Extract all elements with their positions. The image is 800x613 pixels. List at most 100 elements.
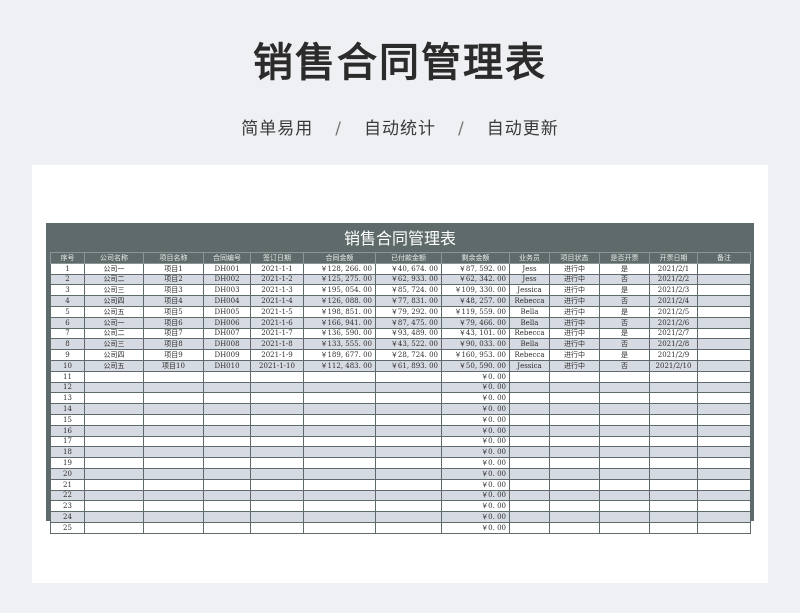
table-cell[interactable] — [250, 370, 304, 383]
table-cell[interactable] — [697, 338, 751, 351]
table-cell[interactable]: 4 — [50, 295, 85, 307]
table-cell[interactable]: 15 — [50, 413, 85, 426]
table-cell[interactable] — [549, 478, 600, 491]
table-cell[interactable] — [697, 500, 751, 513]
table-cell[interactable] — [375, 413, 442, 426]
table-cell[interactable]: 25 — [50, 521, 85, 534]
table-cell[interactable] — [84, 403, 144, 415]
table-cell[interactable]: Bella — [509, 338, 550, 351]
table-cell[interactable] — [649, 392, 698, 405]
table-cell[interactable] — [303, 413, 376, 426]
table-cell[interactable] — [143, 424, 204, 437]
table-cell[interactable] — [303, 467, 376, 480]
table-cell[interactable] — [143, 370, 204, 383]
table-cell[interactable] — [375, 381, 442, 394]
table-cell[interactable] — [203, 446, 251, 459]
table-cell[interactable]: ￥195, 054. 00 — [303, 284, 376, 297]
table-cell[interactable]: 公司一 — [84, 262, 144, 275]
table-cell[interactable]: 进行中 — [549, 262, 600, 275]
table-cell[interactable]: 否 — [599, 295, 650, 307]
table-cell[interactable] — [549, 392, 600, 405]
table-cell[interactable]: ￥166, 941. 00 — [303, 316, 376, 329]
table-cell[interactable]: 公司五 — [84, 359, 144, 372]
table-cell[interactable] — [599, 392, 650, 405]
table-cell[interactable]: ￥77, 831. 00 — [375, 295, 442, 307]
table-cell[interactable]: ￥126, 088. 00 — [303, 295, 376, 307]
table-cell[interactable]: ￥87, 592. 00 — [441, 262, 510, 275]
table-cell[interactable] — [509, 489, 550, 502]
table-cell[interactable]: 项目1 — [143, 262, 204, 275]
table-cell[interactable] — [599, 403, 650, 415]
table-cell[interactable]: 23 — [50, 500, 85, 513]
table-cell[interactable] — [549, 381, 600, 394]
table-cell[interactable]: Rebecca — [509, 295, 550, 307]
table-cell[interactable]: 公司三 — [84, 284, 144, 297]
table-cell[interactable]: Jess — [509, 273, 550, 286]
table-cell[interactable] — [649, 489, 698, 502]
table-cell[interactable] — [303, 500, 376, 513]
table-cell[interactable] — [697, 424, 751, 437]
table-cell[interactable] — [697, 489, 751, 502]
table-cell[interactable]: ￥48, 257. 00 — [441, 295, 510, 307]
table-cell[interactable] — [84, 381, 144, 394]
table-cell[interactable] — [143, 457, 204, 469]
table-cell[interactable] — [375, 521, 442, 534]
table-cell[interactable] — [143, 500, 204, 513]
table-cell[interactable] — [84, 478, 144, 491]
table-cell[interactable]: 项目4 — [143, 295, 204, 307]
table-cell[interactable] — [649, 457, 698, 469]
table-cell[interactable] — [697, 478, 751, 491]
table-cell[interactable]: 2021/2/7 — [649, 327, 698, 340]
table-cell[interactable]: 公司二 — [84, 327, 144, 340]
table-cell[interactable] — [649, 478, 698, 491]
table-cell[interactable] — [509, 392, 550, 405]
table-cell[interactable]: DH003 — [203, 284, 251, 297]
table-cell[interactable] — [375, 467, 442, 480]
table-cell[interactable]: 进行中 — [549, 349, 600, 361]
table-cell[interactable]: 2021/2/3 — [649, 284, 698, 297]
table-cell[interactable]: ￥0. 00 — [441, 500, 510, 513]
table-cell[interactable] — [697, 349, 751, 361]
table-cell[interactable]: 20 — [50, 467, 85, 480]
table-cell[interactable] — [549, 467, 600, 480]
table-cell[interactable] — [375, 457, 442, 469]
table-cell[interactable] — [143, 521, 204, 534]
table-cell[interactable]: ￥61, 893. 00 — [375, 359, 442, 372]
table-cell[interactable] — [549, 521, 600, 534]
table-cell[interactable] — [203, 413, 251, 426]
table-cell[interactable] — [549, 457, 600, 469]
table-cell[interactable]: 项目3 — [143, 284, 204, 297]
table-cell[interactable] — [509, 424, 550, 437]
table-cell[interactable]: 项目6 — [143, 316, 204, 329]
table-cell[interactable]: 2021/2/1 — [649, 262, 698, 275]
table-cell[interactable]: DH008 — [203, 338, 251, 351]
table-cell[interactable] — [649, 500, 698, 513]
table-cell[interactable] — [509, 467, 550, 480]
table-cell[interactable] — [203, 467, 251, 480]
table-cell[interactable]: 17 — [50, 435, 85, 448]
table-cell[interactable] — [203, 521, 251, 534]
table-cell[interactable] — [375, 446, 442, 459]
table-cell[interactable]: 2021-1-3 — [250, 284, 304, 297]
table-cell[interactable] — [549, 403, 600, 415]
table-cell[interactable]: ￥0. 00 — [441, 467, 510, 480]
table-cell[interactable]: 是 — [599, 262, 650, 275]
table-cell[interactable]: 2021/2/6 — [649, 316, 698, 329]
table-cell[interactable] — [697, 273, 751, 286]
table-cell[interactable]: ￥40, 674. 00 — [375, 262, 442, 275]
table-cell[interactable]: ￥87, 475. 00 — [375, 316, 442, 329]
table-cell[interactable] — [303, 457, 376, 469]
table-cell[interactable]: ￥0. 00 — [441, 413, 510, 426]
table-cell[interactable] — [599, 521, 650, 534]
table-cell[interactable] — [303, 478, 376, 491]
table-cell[interactable] — [509, 500, 550, 513]
table-cell[interactable] — [375, 500, 442, 513]
table-cell[interactable] — [143, 467, 204, 480]
table-cell[interactable] — [697, 370, 751, 383]
table-cell[interactable]: ￥0. 00 — [441, 489, 510, 502]
table-cell[interactable] — [303, 370, 376, 383]
table-cell[interactable] — [697, 295, 751, 307]
table-cell[interactable]: 5 — [50, 305, 85, 318]
table-cell[interactable] — [84, 413, 144, 426]
table-cell[interactable] — [203, 370, 251, 383]
